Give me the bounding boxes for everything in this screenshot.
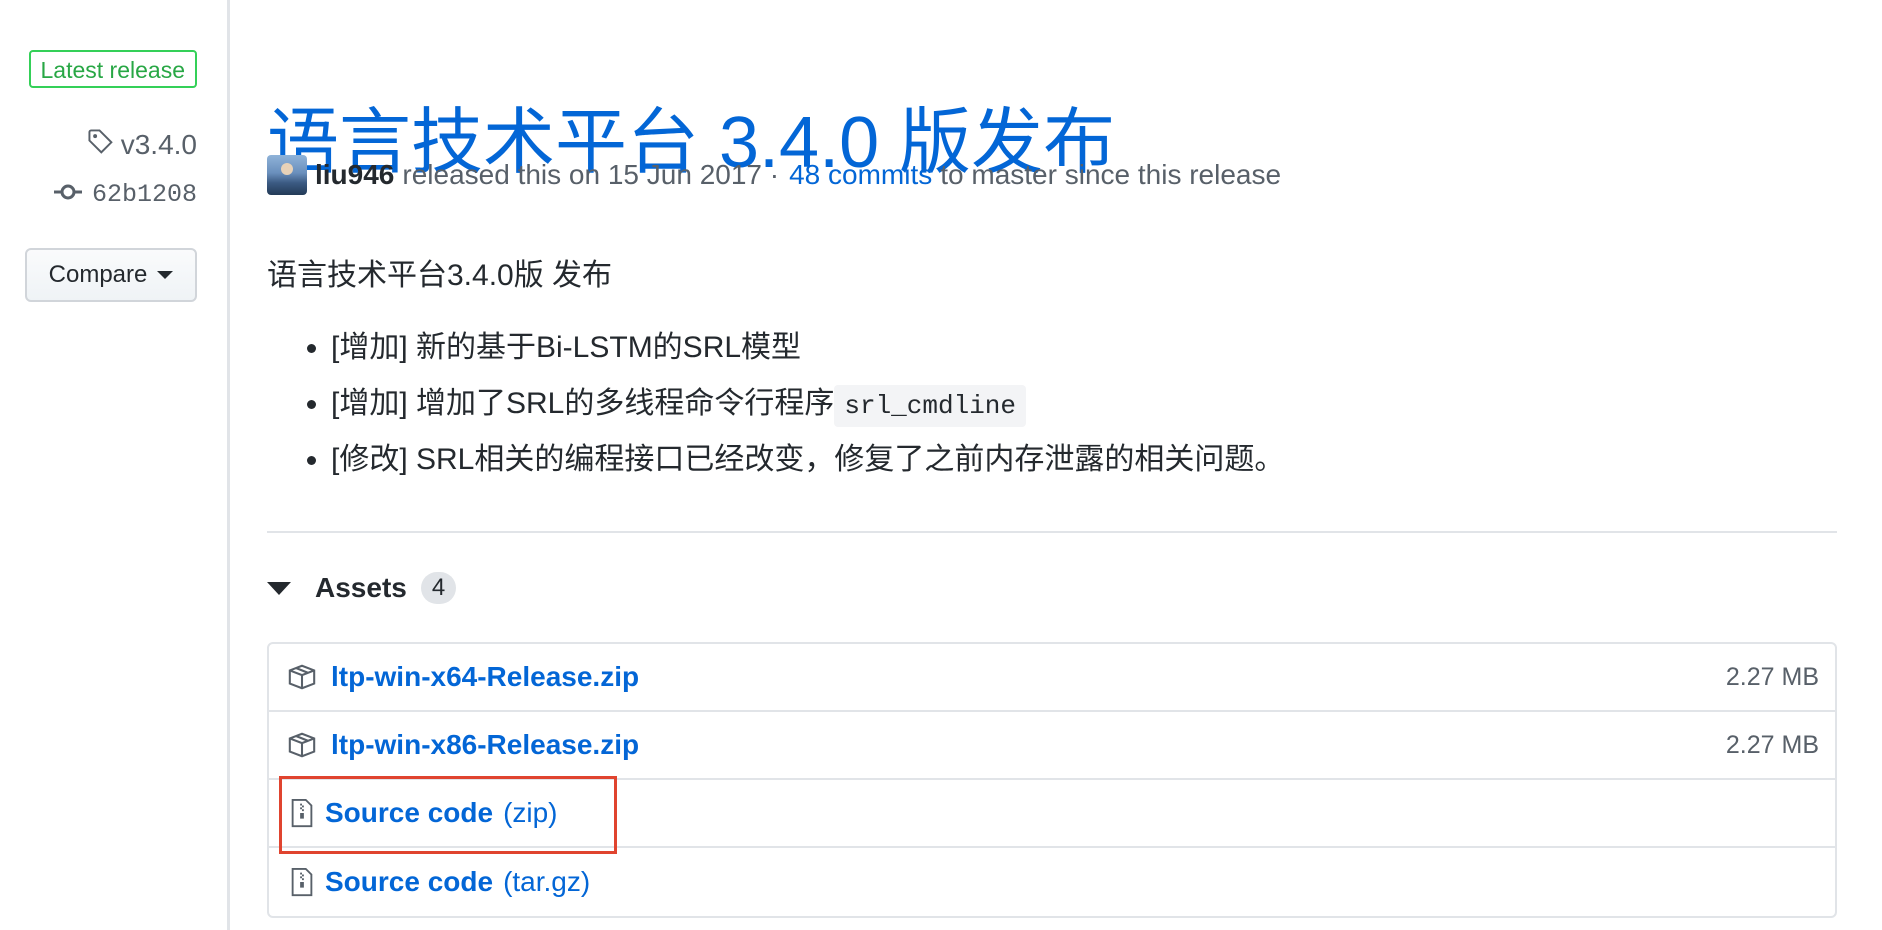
compare-button[interactable]: Compare	[25, 248, 197, 302]
asset-row: Source code (zip)	[269, 780, 1835, 848]
asset-row: ltp-win-x86-Release.zip 2.27 MB	[269, 712, 1835, 780]
commits-link[interactable]: 48 commits	[789, 159, 932, 191]
assets-label: Assets	[315, 572, 407, 603]
inline-code: srl_cmdline	[834, 385, 1027, 427]
asset-row: Source code (tar.gz)	[269, 848, 1835, 916]
assets-toggle[interactable]: Assets 4	[267, 572, 457, 604]
chevron-down-icon	[157, 271, 174, 279]
release-notes-list: [增加] 新的基于Bi-LSTM的SRL模型 [增加] 增加了SRL的多线程命令…	[267, 320, 1284, 488]
package-icon	[287, 662, 317, 692]
released-text: released this on 15 Jun 2017 ·	[402, 159, 780, 190]
asset-download-link[interactable]: ltp-win-x64-Release.zip	[331, 661, 639, 693]
source-code-zip-link[interactable]: Source code	[325, 797, 493, 829]
file-zip-icon	[287, 798, 317, 828]
note-text: [修改] SRL相关的编程接口已经改变，修复了之前内存泄露的相关问题。	[331, 443, 1285, 476]
asset-size: 2.27 MB	[1725, 662, 1819, 691]
note-text: [增加] 增加了SRL的多线程命令行程序	[331, 387, 835, 420]
assets-list: ltp-win-x64-Release.zip 2.27 MB ltp-win-…	[267, 642, 1837, 918]
commit-sha: 62b1208	[91, 180, 197, 209]
compare-label: Compare	[48, 261, 148, 288]
tag-name: v3.4.0	[120, 128, 197, 160]
asset-format[interactable]: (zip)	[503, 797, 557, 829]
list-item: [修改] SRL相关的编程接口已经改变，修复了之前内存泄露的相关问题。	[331, 432, 1284, 488]
commit-icon	[53, 180, 82, 209]
tag-link[interactable]: v3.4.0	[87, 128, 197, 161]
assets-count-badge: 4	[420, 572, 457, 604]
release-meta: liu946 released this on 15 Jun 2017 · 48…	[267, 155, 1281, 195]
list-item: [增加] 增加了SRL的多线程命令行程序srl_cmdline	[331, 376, 1284, 432]
commit-link[interactable]: 62b1208	[53, 180, 197, 209]
avatar[interactable]	[267, 155, 307, 195]
note-text: [增加] 新的基于Bi-LSTM的SRL模型	[331, 331, 802, 364]
release-sidebar: Latest release v3.4.0 62b1208 Compare	[0, 0, 230, 930]
commits-suffix: to master since this release	[940, 159, 1282, 190]
asset-size: 2.27 MB	[1725, 730, 1819, 759]
package-icon	[287, 730, 317, 760]
triangle-down-icon	[267, 581, 291, 595]
list-item: [增加] 新的基于Bi-LSTM的SRL模型	[331, 320, 1284, 376]
asset-download-link[interactable]: ltp-win-x86-Release.zip	[331, 729, 639, 761]
tag-icon	[87, 128, 113, 161]
file-zip-icon	[287, 867, 317, 897]
source-code-targz-link[interactable]: Source code	[325, 866, 493, 898]
latest-release-badge: Latest release	[28, 50, 197, 88]
release-body-heading: 语言技术平台3.4.0版 发布	[267, 259, 613, 292]
divider	[267, 531, 1837, 533]
author-link[interactable]: liu946	[315, 159, 394, 191]
asset-row: ltp-win-x64-Release.zip 2.27 MB	[269, 644, 1835, 712]
asset-format[interactable]: (tar.gz)	[503, 866, 590, 898]
